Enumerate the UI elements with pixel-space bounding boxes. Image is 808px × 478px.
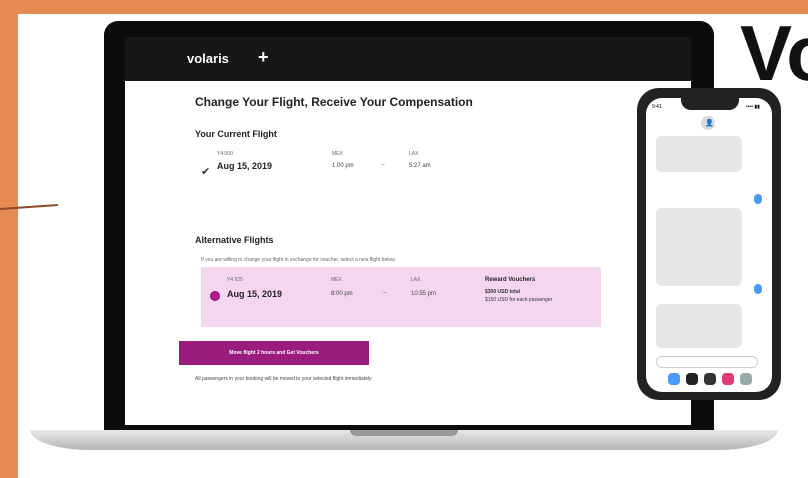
alternative-to-code: LAX (411, 277, 421, 283)
orange-background-top (0, 0, 808, 14)
phone-screen: 9:41 •••• ▮▮ 👤 (646, 98, 772, 392)
contact-person-icon: 👤 (705, 120, 714, 127)
current-from-code: MEX (332, 151, 343, 157)
dock-app-icon[interactable] (722, 373, 734, 385)
current-route-arrow-icon: → (379, 161, 386, 168)
alternative-from-time: 8:00 pm (331, 291, 353, 297)
alternative-flight-card[interactable]: Y4 925 Aug 15, 2019 MEX 8:00 pm → LAX 10… (201, 267, 601, 327)
footnote: All passengers in your booking will be m… (195, 376, 372, 382)
alternative-flight-radio[interactable] (210, 291, 220, 301)
orange-background-left (0, 0, 18, 478)
app-header: volaris + (125, 37, 691, 81)
alternative-to-time: 10:55 pm (411, 291, 437, 297)
dock-app-icon[interactable] (668, 373, 680, 385)
phone-notch (681, 98, 739, 110)
selected-check-icon: ✔ (201, 166, 211, 178)
alternative-flight-code: Y4 925 (227, 277, 243, 283)
scene: Vo volaris + Change Your Flight, Receive… (0, 0, 808, 478)
move-flight-button[interactable]: Move flight 2 hours and Get Vouchers (179, 341, 369, 365)
current-from-time: 1:00 pm (332, 163, 354, 169)
message-bubble-blue (754, 284, 762, 294)
alternative-flights-description: If you are willing to change your flight… (201, 257, 396, 263)
dock-app-icon[interactable] (686, 373, 698, 385)
message-input[interactable] (656, 356, 758, 368)
reward-vouchers-title: Reward Vouchers (485, 277, 536, 283)
current-to-time: 5:27 am (409, 163, 431, 169)
message-bubble (656, 208, 742, 286)
brand-plus-icon: + (258, 47, 269, 67)
page-title: Change Your Flight, Receive Your Compens… (195, 95, 473, 109)
current-flight-date: Aug 15, 2019 (217, 161, 273, 171)
brand-logo[interactable]: volaris (187, 51, 229, 66)
current-flight-code: Y4 000 (217, 151, 233, 157)
phone-app-dock (656, 370, 764, 388)
dock-app-icon[interactable] (740, 373, 752, 385)
message-bubble (656, 304, 742, 348)
phone-time: 9:41 (652, 104, 662, 110)
headline-text: Vo (740, 9, 808, 97)
message-bubble (656, 136, 742, 172)
reward-total: $300 USD total (485, 289, 521, 295)
laptop-screen: volaris + Change Your Flight, Receive Yo… (125, 37, 691, 425)
message-bubble-blue (754, 194, 762, 204)
alternative-flight-date: Aug 15, 2019 (227, 289, 283, 299)
alternative-from-code: MEX (331, 277, 342, 283)
phone-signal-icon: •••• ▮▮ (746, 104, 760, 110)
current-to-code: LAX (409, 151, 419, 157)
alternative-route-arrow-icon: → (381, 289, 388, 296)
alternative-flights-heading: Alternative Flights (195, 235, 274, 245)
reward-each: $150 USD for each passenger (485, 297, 553, 303)
dock-app-icon[interactable] (704, 373, 716, 385)
laptop-notch (350, 430, 458, 436)
current-flight-heading: Your Current Flight (195, 129, 277, 139)
